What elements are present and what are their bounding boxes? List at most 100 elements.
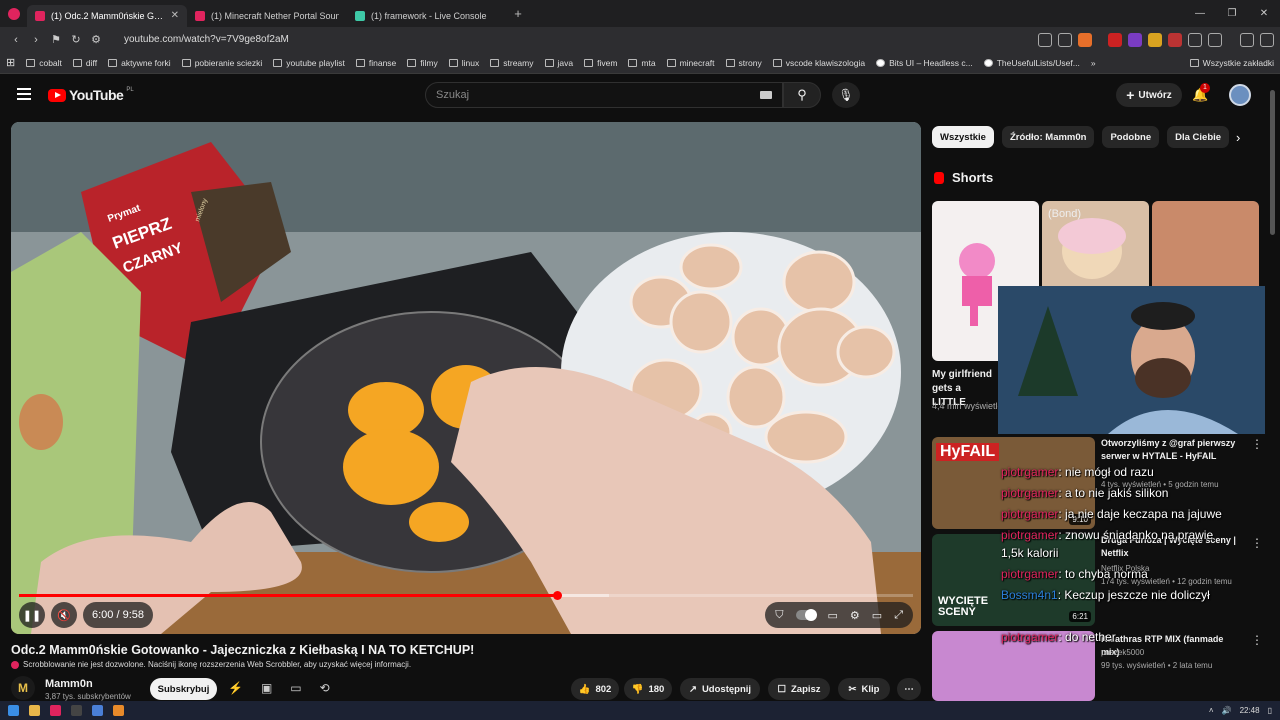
media-icon[interactable] xyxy=(1240,32,1254,47)
dislike-button[interactable]: 👎 180 xyxy=(624,678,672,700)
channel-name[interactable]: Mamm0n xyxy=(45,678,93,690)
url-field[interactable]: youtube.com/watch?v=7V9ge8of2aM xyxy=(124,34,289,45)
extension-red-icon[interactable] xyxy=(1108,32,1122,47)
logo-text: YouTube xyxy=(69,87,124,103)
channel-avatar[interactable]: M xyxy=(11,676,35,700)
app-icon[interactable] xyxy=(92,705,103,716)
chip-source[interactable]: Źródło: Mamm0n xyxy=(1001,126,1095,148)
autoplay-toggle[interactable] xyxy=(795,609,817,621)
bookmark-folder[interactable]: mta xyxy=(628,58,656,68)
terminal-icon[interactable] xyxy=(71,705,82,716)
chip-all[interactable]: Wszystkie xyxy=(932,126,994,148)
bookmark-icon[interactable]: ⚑ xyxy=(46,33,66,46)
create-button[interactable]: + Utwórz xyxy=(1116,83,1182,107)
fullscreen-icon[interactable]: ⤢ xyxy=(894,609,903,622)
browser-taskbar-icon[interactable] xyxy=(50,705,61,716)
volume-icon[interactable]: 🔊 xyxy=(1222,706,1232,715)
tab-youtube-video[interactable]: (1) Odc.2 Mamm0ńskie Gotowanko ✕ xyxy=(27,4,187,27)
extension-pen-icon[interactable] xyxy=(1168,32,1182,47)
subtitles-icon[interactable]: ▭ xyxy=(828,609,838,622)
tab-minecraft-sound[interactable]: (1) Minecraft Nether Portal Sound xyxy=(187,5,347,27)
share-icon[interactable] xyxy=(1058,32,1072,47)
more-options-icon[interactable]: ⋮ xyxy=(1251,536,1263,550)
video-player[interactable]: Prymat PIEPRZ CZARNY mielony ❚❚ 🔇 6:00 /… xyxy=(11,122,921,634)
tray-chevron-icon[interactable]: ˄ xyxy=(1209,706,1214,715)
settings-icon[interactable]: ⚙ xyxy=(850,609,860,622)
page-scrollbar[interactable] xyxy=(1270,90,1275,235)
chip-similar[interactable]: Podobne xyxy=(1102,126,1160,148)
forward-icon[interactable]: › xyxy=(26,34,46,46)
search-input[interactable]: Szukaj xyxy=(425,82,783,108)
extensions-icon[interactable] xyxy=(1188,32,1202,47)
app-icon[interactable] xyxy=(113,705,124,716)
bookmark-item[interactable]: pobieranie sciezki xyxy=(181,58,262,68)
explorer-icon[interactable] xyxy=(29,705,40,716)
keyboard-icon[interactable] xyxy=(760,91,772,99)
pause-button[interactable]: ❚❚ xyxy=(19,602,45,628)
chevron-right-icon[interactable]: › xyxy=(1236,130,1240,145)
sponsorblock-icon[interactable]: ⛉ xyxy=(775,609,783,622)
seek-bar[interactable] xyxy=(19,591,913,600)
theater-mode-icon[interactable]: ▭ xyxy=(872,609,882,622)
extension-purple-icon[interactable] xyxy=(1128,32,1142,47)
bookmark-folder[interactable]: filmy xyxy=(407,58,438,68)
rec-channel[interactable]: puszek5000 xyxy=(1101,648,1251,657)
bookmark-item[interactable]: TheUsefulLists/Usef... xyxy=(983,58,1080,68)
subscribe-button[interactable]: Subskrybuj xyxy=(150,678,217,700)
loop-icon[interactable]: ⟲ xyxy=(320,681,330,695)
like-button[interactable]: 👍 802 xyxy=(571,678,619,700)
voice-search-button[interactable]: 🎙 xyxy=(832,82,860,108)
minimize-icon[interactable]: — xyxy=(1184,0,1216,27)
bookmark-folder[interactable]: java xyxy=(544,58,573,68)
pip-icon[interactable]: ▭ xyxy=(290,681,301,695)
image-icon[interactable]: ▣ xyxy=(261,681,272,695)
reload-icon[interactable]: ↻ xyxy=(66,33,86,46)
more-options-icon[interactable]: ⋮ xyxy=(1251,633,1263,647)
extension-yellow-icon[interactable] xyxy=(1148,32,1162,47)
new-tab-button[interactable]: + xyxy=(507,6,529,21)
bookmark-item[interactable]: cobalt xyxy=(26,58,62,68)
bookmark-item[interactable]: vscode klawiszologia xyxy=(772,58,865,68)
clock[interactable]: 22:48 xyxy=(1240,706,1260,715)
rec-title[interactable]: Otworzyliśmy z @graf pierwszy serwer w H… xyxy=(1101,437,1241,463)
close-window-icon[interactable]: ✕ xyxy=(1248,0,1280,27)
chip-for-you[interactable]: Dla Ciebie xyxy=(1167,126,1230,148)
bookmarks-overflow-icon[interactable]: » xyxy=(1091,58,1096,68)
clip-button[interactable]: ✂ Klip xyxy=(838,678,890,700)
mute-button[interactable]: 🔇 xyxy=(51,602,77,628)
notifications-button[interactable]: 🔔 1 xyxy=(1192,83,1210,103)
tab-live-console[interactable]: (1) framework - Live Console xyxy=(347,5,507,27)
bookmark-item[interactable]: youtube playlist xyxy=(273,58,345,68)
save-button[interactable]: ☐ Zapisz xyxy=(768,678,830,700)
more-actions-button[interactable]: ⋯ xyxy=(897,678,921,700)
apps-grid-icon[interactable]: ⊞ xyxy=(6,56,15,69)
bookmark-folder[interactable]: minecraft xyxy=(666,58,715,68)
bookmark-folder[interactable]: strony xyxy=(725,58,762,68)
more-options-icon[interactable]: ⋮ xyxy=(1251,437,1263,451)
bookmark-folder[interactable]: linux xyxy=(448,58,479,68)
bookmark-item[interactable]: aktywne forki xyxy=(108,58,171,68)
share-button[interactable]: ↗ Udostępnij xyxy=(680,678,760,700)
back-icon[interactable]: ‹ xyxy=(6,34,26,46)
site-info-icon[interactable]: ⚙ xyxy=(86,33,106,46)
bookmark-item[interactable]: Bits UI – Headless c... xyxy=(876,58,973,68)
close-tab-icon[interactable]: ✕ xyxy=(171,10,179,21)
menu-icon[interactable] xyxy=(1260,32,1274,47)
youtube-logo[interactable]: YouTube PL xyxy=(48,87,134,103)
notification-center-icon[interactable]: ▯ xyxy=(1268,706,1272,715)
account-avatar[interactable] xyxy=(1229,84,1251,106)
sidebar-icon[interactable] xyxy=(1208,32,1222,47)
all-bookmarks-folder[interactable]: Wszystkie zakładki xyxy=(1189,58,1274,68)
lightning-icon[interactable]: ⚡ xyxy=(228,681,243,695)
menu-hamburger-icon[interactable] xyxy=(17,88,31,100)
bookmark-folder[interactable]: fivem xyxy=(584,58,617,68)
screen-icon[interactable] xyxy=(1038,32,1052,47)
bookmark-folder[interactable]: streamy xyxy=(490,58,534,68)
browser-logo-icon[interactable] xyxy=(0,0,27,27)
brave-shield-icon[interactable] xyxy=(1078,32,1092,47)
bookmark-item[interactable]: diff xyxy=(72,58,97,68)
restore-icon[interactable]: ❐ xyxy=(1216,0,1248,27)
start-icon[interactable] xyxy=(8,705,19,716)
bookmark-folder[interactable]: finanse xyxy=(355,58,396,68)
search-button[interactable]: ⚲ xyxy=(783,82,821,108)
